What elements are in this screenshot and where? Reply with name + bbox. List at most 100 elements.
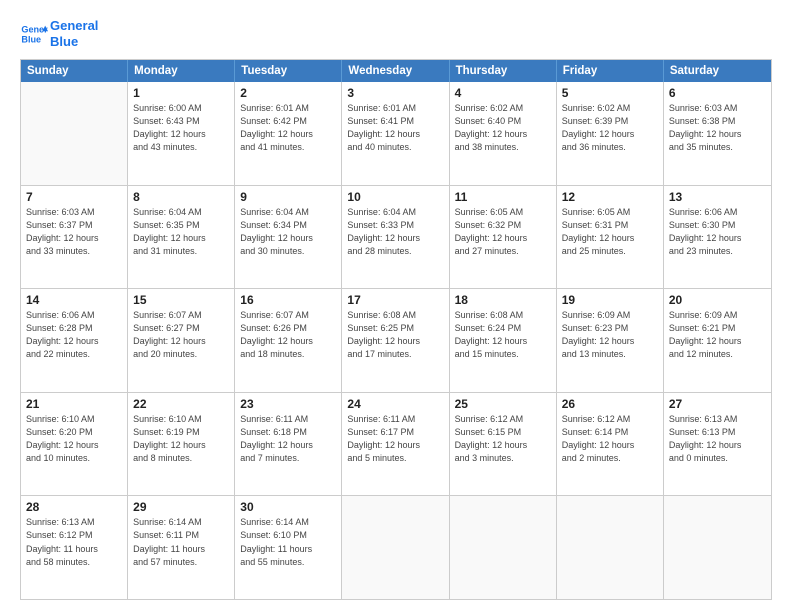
day-cell-16: 16 Sunrise: 6:07 AM Sunset: 6:26 PM Dayli… [235,289,342,392]
day-cell-23: 23 Sunrise: 6:11 AM Sunset: 6:18 PM Dayli… [235,393,342,496]
day-number: 30 [240,500,336,514]
day-number: 26 [562,397,658,411]
header-day-tuesday: Tuesday [235,60,342,82]
day-cell-24: 24 Sunrise: 6:11 AM Sunset: 6:17 PM Dayli… [342,393,449,496]
day-cell-11: 11 Sunrise: 6:05 AM Sunset: 6:32 PM Dayli… [450,186,557,289]
day-number: 16 [240,293,336,307]
calendar-row-0: 1 Sunrise: 6:00 AM Sunset: 6:43 PM Daylig… [21,82,771,185]
day-number: 2 [240,86,336,100]
day-info: Sunrise: 6:11 AM Sunset: 6:18 PM Dayligh… [240,413,336,465]
day-number: 10 [347,190,443,204]
day-cell-17: 17 Sunrise: 6:08 AM Sunset: 6:25 PM Dayli… [342,289,449,392]
day-cell-10: 10Sunrise: 6:04 AM Sunset: 6:33 PM Dayli… [342,186,449,289]
day-number: 17 [347,293,443,307]
day-number: 14 [26,293,122,307]
logo-text: General Blue [50,18,98,49]
day-info: Sunrise: 6:09 AM Sunset: 6:21 PM Dayligh… [669,309,766,361]
page: General Blue General Blue SundayMondayTu… [0,0,792,612]
day-number: 15 [133,293,229,307]
day-number: 29 [133,500,229,514]
empty-cell [557,496,664,599]
day-info: Sunrise: 6:06 AM Sunset: 6:30 PM Dayligh… [669,206,766,258]
day-info: Sunrise: 6:11 AM Sunset: 6:17 PM Dayligh… [347,413,443,465]
day-info: Sunrise: 6:04 AM Sunset: 6:34 PM Dayligh… [240,206,336,258]
day-info: Sunrise: 6:05 AM Sunset: 6:31 PM Dayligh… [562,206,658,258]
day-info: Sunrise: 6:07 AM Sunset: 6:26 PM Dayligh… [240,309,336,361]
day-info: Sunrise: 6:12 AM Sunset: 6:14 PM Dayligh… [562,413,658,465]
day-number: 19 [562,293,658,307]
header-day-wednesday: Wednesday [342,60,449,82]
day-cell-12: 12 Sunrise: 6:05 AM Sunset: 6:31 PM Dayli… [557,186,664,289]
day-number: 13 [669,190,766,204]
day-number: 12 [562,190,658,204]
day-number: 1 [133,86,229,100]
day-cell-21: 21Sunrise: 6:10 AM Sunset: 6:20 PM Dayli… [21,393,128,496]
svg-text:Blue: Blue [21,34,41,44]
day-cell-29: 29 Sunrise: 6:14 AM Sunset: 6:11 PM Dayli… [128,496,235,599]
day-cell-18: 18 Sunrise: 6:08 AM Sunset: 6:24 PM Dayli… [450,289,557,392]
day-cell-19: 19 Sunrise: 6:09 AM Sunset: 6:23 PM Dayli… [557,289,664,392]
day-cell-9: 9 Sunrise: 6:04 AM Sunset: 6:34 PM Daylig… [235,186,342,289]
day-cell-15: 15 Sunrise: 6:07 AM Sunset: 6:27 PM Dayli… [128,289,235,392]
empty-cell [450,496,557,599]
calendar: SundayMondayTuesdayWednesdayThursdayFrid… [20,59,772,600]
day-info: Sunrise: 6:02 AM Sunset: 6:39 PM Dayligh… [562,102,658,154]
day-info: Sunrise: 6:01 AM Sunset: 6:41 PM Dayligh… [347,102,443,154]
day-cell-7: 7 Sunrise: 6:03 AM Sunset: 6:37 PM Daylig… [21,186,128,289]
day-info: Sunrise: 6:06 AM Sunset: 6:28 PM Dayligh… [26,309,122,361]
logo: General Blue General Blue [20,18,98,49]
day-info: Sunrise: 6:04 AM Sunset: 6:35 PM Dayligh… [133,206,229,258]
day-cell-30: 30Sunrise: 6:14 AM Sunset: 6:10 PM Dayli… [235,496,342,599]
day-cell-28: 28 Sunrise: 6:13 AM Sunset: 6:12 PM Dayli… [21,496,128,599]
day-info: Sunrise: 6:08 AM Sunset: 6:25 PM Dayligh… [347,309,443,361]
day-number: 7 [26,190,122,204]
calendar-row-4: 28 Sunrise: 6:13 AM Sunset: 6:12 PM Dayli… [21,495,771,599]
day-info: Sunrise: 6:14 AM Sunset: 6:11 PM Dayligh… [133,516,229,568]
day-info: Sunrise: 6:03 AM Sunset: 6:38 PM Dayligh… [669,102,766,154]
empty-cell [342,496,449,599]
day-info: Sunrise: 6:09 AM Sunset: 6:23 PM Dayligh… [562,309,658,361]
day-cell-26: 26 Sunrise: 6:12 AM Sunset: 6:14 PM Dayli… [557,393,664,496]
day-number: 25 [455,397,551,411]
day-cell-8: 8Sunrise: 6:04 AM Sunset: 6:35 PM Daylig… [128,186,235,289]
day-cell-6: 6Sunrise: 6:03 AM Sunset: 6:38 PM Daylig… [664,82,771,185]
day-cell-3: 3 Sunrise: 6:01 AM Sunset: 6:41 PM Daylig… [342,82,449,185]
day-info: Sunrise: 6:10 AM Sunset: 6:19 PM Dayligh… [133,413,229,465]
day-number: 11 [455,190,551,204]
day-info: Sunrise: 6:01 AM Sunset: 6:42 PM Dayligh… [240,102,336,154]
day-number: 23 [240,397,336,411]
header-day-monday: Monday [128,60,235,82]
calendar-row-1: 7 Sunrise: 6:03 AM Sunset: 6:37 PM Daylig… [21,185,771,289]
empty-cell [21,82,128,185]
day-cell-27: 27 Sunrise: 6:13 AM Sunset: 6:13 PM Dayli… [664,393,771,496]
day-cell-5: 5Sunrise: 6:02 AM Sunset: 6:39 PM Daylig… [557,82,664,185]
day-number: 24 [347,397,443,411]
day-number: 28 [26,500,122,514]
header: General Blue General Blue [20,18,772,49]
day-cell-13: 13 Sunrise: 6:06 AM Sunset: 6:30 PM Dayli… [664,186,771,289]
day-info: Sunrise: 6:13 AM Sunset: 6:12 PM Dayligh… [26,516,122,568]
day-number: 22 [133,397,229,411]
header-day-thursday: Thursday [450,60,557,82]
day-number: 4 [455,86,551,100]
calendar-row-3: 21Sunrise: 6:10 AM Sunset: 6:20 PM Dayli… [21,392,771,496]
day-info: Sunrise: 6:03 AM Sunset: 6:37 PM Dayligh… [26,206,122,258]
calendar-body: 1 Sunrise: 6:00 AM Sunset: 6:43 PM Daylig… [21,82,771,599]
day-cell-4: 4 Sunrise: 6:02 AM Sunset: 6:40 PM Daylig… [450,82,557,185]
day-number: 9 [240,190,336,204]
day-info: Sunrise: 6:08 AM Sunset: 6:24 PM Dayligh… [455,309,551,361]
day-info: Sunrise: 6:05 AM Sunset: 6:32 PM Dayligh… [455,206,551,258]
day-number: 18 [455,293,551,307]
day-info: Sunrise: 6:02 AM Sunset: 6:40 PM Dayligh… [455,102,551,154]
day-cell-2: 2 Sunrise: 6:01 AM Sunset: 6:42 PM Daylig… [235,82,342,185]
day-number: 20 [669,293,766,307]
day-cell-14: 14 Sunrise: 6:06 AM Sunset: 6:28 PM Dayli… [21,289,128,392]
day-number: 27 [669,397,766,411]
day-number: 3 [347,86,443,100]
day-info: Sunrise: 6:13 AM Sunset: 6:13 PM Dayligh… [669,413,766,465]
calendar-row-2: 14 Sunrise: 6:06 AM Sunset: 6:28 PM Dayli… [21,288,771,392]
day-info: Sunrise: 6:07 AM Sunset: 6:27 PM Dayligh… [133,309,229,361]
day-info: Sunrise: 6:00 AM Sunset: 6:43 PM Dayligh… [133,102,229,154]
day-cell-1: 1 Sunrise: 6:00 AM Sunset: 6:43 PM Daylig… [128,82,235,185]
header-day-saturday: Saturday [664,60,771,82]
